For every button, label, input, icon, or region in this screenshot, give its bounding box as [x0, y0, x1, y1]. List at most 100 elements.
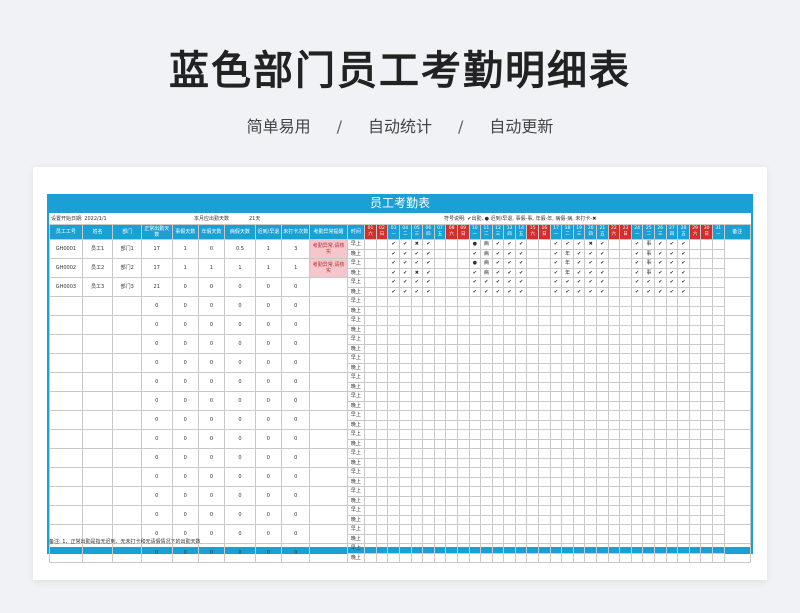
cell-dept[interactable]: [112, 372, 142, 392]
day-cell[interactable]: [642, 419, 655, 430]
day-cell[interactable]: [677, 391, 690, 402]
day-cell[interactable]: ✔: [422, 239, 435, 250]
day-cell[interactable]: [375, 400, 389, 411]
day-cell[interactable]: [596, 410, 609, 421]
day-cell[interactable]: [665, 362, 679, 373]
day-cell[interactable]: [375, 286, 389, 297]
cell-annual[interactable]: 0: [197, 372, 226, 392]
cell-name[interactable]: [81, 448, 114, 468]
cell-personal[interactable]: 0: [171, 334, 199, 354]
day-cell[interactable]: [456, 410, 470, 421]
day-cell[interactable]: [433, 457, 447, 468]
day-cell[interactable]: [549, 552, 563, 563]
day-cell[interactable]: [398, 543, 412, 554]
day-cell[interactable]: [654, 552, 667, 563]
day-cell[interactable]: [375, 476, 389, 487]
cell-sick[interactable]: 0: [224, 448, 256, 468]
day-cell[interactable]: [538, 448, 551, 459]
day-cell[interactable]: [561, 353, 574, 364]
day-cell[interactable]: [422, 486, 435, 497]
day-cell[interactable]: [375, 495, 389, 506]
day-cell[interactable]: [364, 543, 377, 554]
day-cell[interactable]: [607, 334, 621, 345]
day-cell[interactable]: [572, 457, 586, 468]
day-cell[interactable]: [538, 429, 551, 440]
day-cell[interactable]: [456, 457, 470, 468]
day-cell[interactable]: [654, 438, 667, 449]
day-cell[interactable]: [607, 296, 621, 307]
day-cell[interactable]: [526, 448, 540, 459]
day-cell[interactable]: [572, 524, 586, 535]
day-cell[interactable]: [375, 372, 389, 383]
day-cell[interactable]: [491, 343, 505, 354]
cell-normal[interactable]: 21: [140, 277, 173, 297]
day-cell[interactable]: [375, 448, 389, 459]
day-cell[interactable]: [630, 533, 644, 544]
cell-name[interactable]: [81, 315, 114, 335]
day-cell[interactable]: [711, 362, 725, 373]
day-cell[interactable]: [364, 248, 377, 259]
day-cell[interactable]: [677, 524, 690, 535]
day-cell[interactable]: [445, 286, 458, 297]
day-cell[interactable]: [468, 334, 482, 345]
day-cell[interactable]: [480, 410, 493, 421]
day-cell[interactable]: [364, 533, 377, 544]
day-cell[interactable]: [433, 334, 447, 345]
day-cell[interactable]: [607, 286, 621, 297]
day-cell[interactable]: [619, 343, 632, 354]
day-cell[interactable]: [456, 476, 470, 487]
day-cell[interactable]: [538, 495, 551, 506]
day-cell[interactable]: [688, 543, 702, 554]
day-cell[interactable]: [642, 353, 655, 364]
day-cell[interactable]: [711, 315, 725, 326]
cell-personal[interactable]: 0: [171, 277, 199, 297]
day-cell[interactable]: [700, 476, 713, 487]
day-cell[interactable]: 年: [561, 267, 574, 278]
day-cell[interactable]: [549, 429, 563, 440]
day-cell[interactable]: [677, 353, 690, 364]
day-cell[interactable]: [711, 296, 725, 307]
day-cell[interactable]: [654, 505, 667, 516]
day-cell[interactable]: [514, 343, 528, 354]
day-cell[interactable]: [538, 305, 551, 316]
day-cell[interactable]: [607, 277, 621, 288]
day-cell[interactable]: [677, 296, 690, 307]
day-cell[interactable]: [561, 410, 574, 421]
day-cell[interactable]: [375, 305, 389, 316]
day-cell[interactable]: [561, 315, 574, 326]
day-cell[interactable]: [526, 476, 540, 487]
cell-name[interactable]: [81, 543, 114, 563]
day-cell[interactable]: [491, 353, 505, 364]
day-cell[interactable]: [375, 429, 389, 440]
day-cell[interactable]: [387, 400, 400, 411]
day-cell[interactable]: [364, 391, 377, 402]
day-cell[interactable]: ✔: [468, 267, 482, 278]
day-cell[interactable]: [607, 514, 621, 525]
day-cell[interactable]: [503, 353, 516, 364]
day-cell[interactable]: [526, 419, 540, 430]
day-cell[interactable]: [630, 514, 644, 525]
day-cell[interactable]: ✔: [654, 248, 667, 259]
day-cell[interactable]: [561, 552, 574, 563]
cell-normal[interactable]: 0: [140, 505, 173, 525]
day-cell[interactable]: [526, 495, 540, 506]
day-cell[interactable]: [491, 381, 505, 392]
day-cell[interactable]: [654, 372, 667, 383]
cell-sick[interactable]: 0: [224, 429, 256, 449]
cell-dept[interactable]: [112, 505, 142, 525]
day-cell[interactable]: [561, 486, 574, 497]
cell-remark[interactable]: [723, 353, 752, 373]
day-cell[interactable]: [468, 514, 482, 525]
day-cell[interactable]: [619, 429, 632, 440]
cell-missing[interactable]: 0: [280, 467, 311, 487]
day-cell[interactable]: [433, 267, 447, 278]
day-cell[interactable]: [607, 353, 621, 364]
day-cell[interactable]: [711, 381, 725, 392]
day-cell[interactable]: [480, 486, 493, 497]
day-cell[interactable]: ✔: [654, 258, 667, 269]
day-cell[interactable]: [491, 467, 505, 478]
day-cell[interactable]: [642, 429, 655, 440]
day-cell[interactable]: [561, 324, 574, 335]
cell-id[interactable]: GH0002: [49, 258, 83, 278]
day-cell[interactable]: [491, 429, 505, 440]
